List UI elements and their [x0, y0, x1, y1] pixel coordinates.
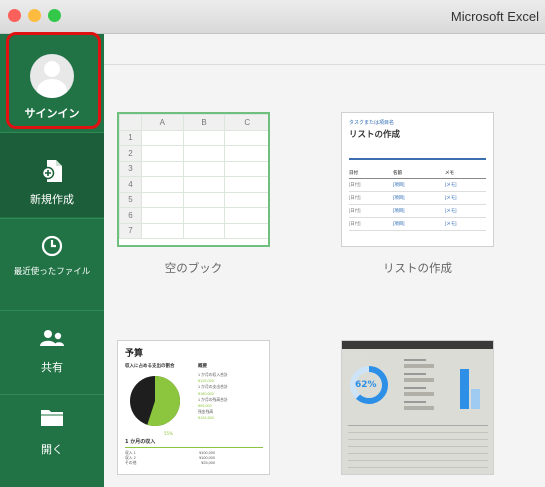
sidebar-item-label: 新規作成 [30, 193, 74, 206]
budget-pie-chart [130, 376, 181, 426]
template-budget[interactable]: 予算 収入に占める支出の割合 概要 55% 1 か月の収入合計 ¥125,000… [117, 340, 270, 475]
budget-summary: 1 か月の収入合計 ¥125,000 1 か月の支出合計 ¥180,000 1 … [198, 373, 228, 421]
template-caption: 空のブック [164, 261, 223, 275]
sidebar-item-label: サインイン [24, 107, 80, 120]
template-blank-workbook[interactable]: A B C 1 2 3 4 5 6 7 [117, 112, 270, 247]
sidebar-item-open[interactable]: 開く [0, 395, 104, 487]
sidebar-item-label: 開く [41, 443, 63, 456]
budget-left-heading: 収入に占める支出の割合 [125, 364, 175, 369]
assets-table [348, 421, 488, 474]
list-headers: 日付 名前 メモ [349, 170, 486, 179]
template-gallery: A B C 1 2 3 4 5 6 7 空のブック タスクまたは項目名 リストの… [104, 65, 545, 487]
template-caption: リストの作成 [383, 261, 452, 275]
budget-section: 1 か月の収入 [125, 439, 156, 445]
sidebar-item-label: 共有 [41, 361, 63, 374]
row-header: 7 [119, 222, 142, 239]
row-header: 3 [119, 160, 142, 177]
sidebar-item-sign-in[interactable]: サインイン [0, 34, 104, 131]
sidebar: サインイン 新規作成 最近使ったファイル 共有 開く [0, 34, 104, 487]
row-header: 4 [119, 176, 142, 193]
assets-bar [460, 369, 469, 409]
window-title: Microsoft Excel [450, 9, 539, 24]
list-row: [日付] [項目] [メモ] [349, 192, 486, 205]
clock-icon [41, 235, 63, 261]
list-row: [日付] [項目] [メモ] [349, 218, 486, 231]
template-personal-assets[interactable]: 個人の資産 62% [341, 340, 494, 475]
budget-right-heading: 概要 [198, 364, 207, 369]
pie-percent-label: 55% [164, 431, 173, 436]
title-bar: Microsoft Excel [0, 0, 545, 34]
list-row: [日付] [項目] [メモ] [349, 179, 486, 192]
row-header: 1 [119, 129, 142, 146]
row-header: 5 [119, 191, 142, 208]
assets-figures [404, 357, 452, 410]
template-create-list[interactable]: タスクまたは項目名 リストの作成 日付 名前 メモ [日付] [項目] [メモ]… [341, 112, 494, 247]
minimize-button[interactable] [28, 9, 41, 22]
list-subtitle: タスクまたは項目名 [349, 120, 395, 126]
list-title: リストの作成 [349, 130, 401, 140]
budget-income-rows: 収入 1 ¥100,000 収入 2 ¥100,000 その他 ¥25,000 [125, 451, 215, 465]
sidebar-item-recent[interactable]: 最近使ったファイル [0, 219, 104, 309]
column-header: B [182, 114, 226, 131]
close-button[interactable] [8, 9, 21, 22]
assets-bar [471, 389, 480, 409]
column-header: A [141, 114, 184, 131]
sidebar-item-new[interactable]: 新規作成 [0, 133, 104, 217]
excel-window: Microsoft Excel サインイン 新規作成 最近使ったファイル 共有 … [0, 0, 545, 487]
budget-title: 予算 [125, 349, 144, 359]
new-document-icon [41, 159, 62, 182]
blank-grid: A B C 1 2 3 4 5 6 7 [119, 114, 268, 239]
people-icon [39, 329, 65, 353]
person-icon [30, 54, 74, 98]
row-header: 6 [119, 207, 142, 224]
sidebar-item-label: 最近使ったファイル [13, 267, 91, 277]
column-header: C [224, 114, 268, 131]
sidebar-item-share[interactable]: 共有 [0, 311, 104, 393]
row-header: 2 [119, 145, 142, 162]
folder-icon [40, 407, 64, 431]
assets-percent: 62% [355, 380, 377, 390]
list-row: [日付] [項目] [メモ] [349, 205, 486, 218]
zoom-button[interactable] [48, 9, 61, 22]
assets-header-bar: 個人の資産 [342, 341, 493, 357]
